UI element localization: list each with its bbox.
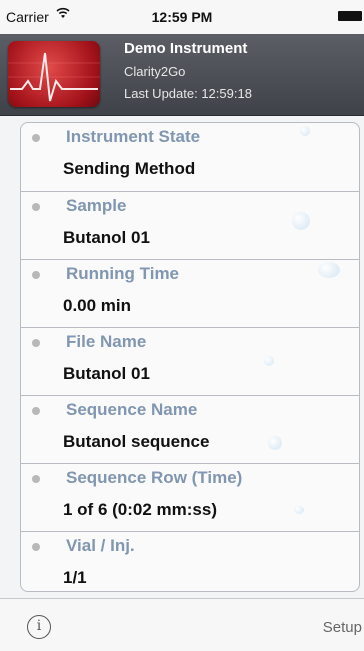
- detail-label: Sequence Name: [66, 400, 198, 419]
- battery-icon: [338, 11, 362, 21]
- detail-label: Sample: [66, 196, 127, 215]
- instrument-title: Demo Instrument: [124, 40, 248, 57]
- detail-row-vial-injection: Vial / Inj. 1/1: [21, 531, 359, 591]
- detail-row-running-time: Running Time 0.00 min: [21, 259, 359, 327]
- setup-button[interactable]: Setup: [323, 619, 362, 636]
- detail-row-sample: Sample Butanol 01: [21, 191, 359, 259]
- status-dot-icon: [32, 339, 40, 347]
- status-dot-icon: [32, 134, 40, 142]
- app-name: Clarity2Go: [124, 64, 186, 79]
- detail-row-file-name: File Name Butanol 01: [21, 327, 359, 395]
- heartbeat-icon: [8, 41, 100, 107]
- bottom-toolbar: i Setup: [0, 598, 364, 651]
- detail-row-instrument-state: Instrument State Sending Method: [21, 123, 359, 191]
- detail-value: 1 of 6 (0:02 mm:ss): [63, 500, 217, 519]
- instrument-details[interactable]: Instrument State Sending Method Sample B…: [0, 116, 364, 598]
- detail-label: Sequence Row (Time): [66, 468, 243, 487]
- instrument-header: Demo Instrument Clarity2Go Last Update: …: [0, 34, 364, 116]
- detail-label: Running Time: [66, 264, 180, 283]
- detail-label: File Name: [66, 332, 147, 351]
- status-dot-icon: [32, 203, 40, 211]
- detail-value: Sending Method: [63, 159, 196, 178]
- details-table: Instrument State Sending Method Sample B…: [20, 122, 360, 592]
- detail-value: Butanol sequence: [63, 432, 210, 451]
- detail-value: Butanol 01: [63, 364, 150, 383]
- last-update-label: Last Update: 12:59:18: [124, 86, 252, 101]
- status-dot-icon: [32, 407, 40, 415]
- status-dot-icon: [32, 271, 40, 279]
- info-button[interactable]: i: [27, 615, 51, 639]
- status-dot-icon: [32, 475, 40, 483]
- detail-value: 1/1: [63, 568, 87, 587]
- status-bar: Carrier 12:59 PM: [0, 0, 364, 34]
- status-dot-icon: [32, 543, 40, 551]
- detail-row-sequence-row: Sequence Row (Time) 1 of 6 (0:02 mm:ss): [21, 463, 359, 531]
- detail-value: Butanol 01: [63, 228, 150, 247]
- detail-row-sequence-name: Sequence Name Butanol sequence: [21, 395, 359, 463]
- detail-value: 0.00 min: [63, 296, 132, 315]
- detail-label: Vial / Inj.: [66, 536, 135, 555]
- detail-label: Instrument State: [66, 127, 201, 146]
- status-time: 12:59 PM: [151, 9, 213, 25]
